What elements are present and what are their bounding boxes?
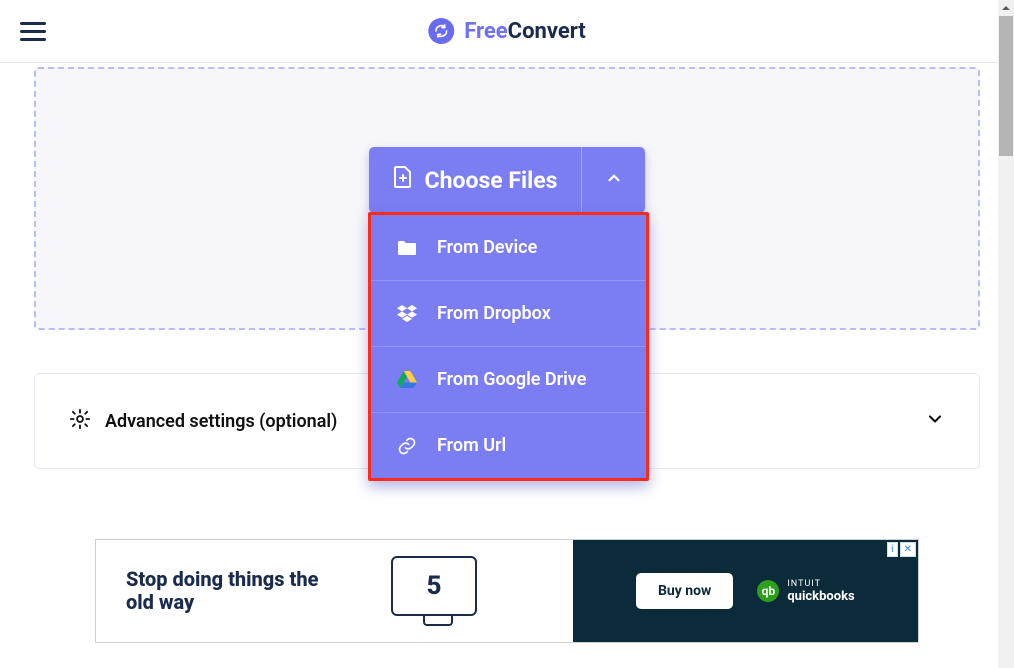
source-gdrive-label: From Google Drive: [437, 369, 586, 390]
ad-left: Stop doing things the old way 5: [96, 540, 573, 642]
chevron-up-icon: [605, 169, 623, 191]
brand-logo[interactable]: FreeConvert: [428, 18, 586, 44]
folder-icon: [397, 240, 417, 256]
ad-choices[interactable]: i ✕: [887, 542, 916, 557]
chevron-down-icon: [925, 409, 945, 433]
scroll-up-button[interactable]: [998, 0, 1014, 16]
choose-files-button-group: Choose Files: [369, 147, 646, 213]
ad-right: Buy now qb INTUIT quickbooks: [573, 573, 918, 609]
gear-icon: [69, 408, 91, 435]
link-icon: [397, 436, 417, 456]
choose-files-label: Choose Files: [425, 167, 558, 194]
choose-files-toggle[interactable]: [581, 147, 645, 213]
scroll-thumb[interactable]: [999, 16, 1013, 156]
vertical-scrollbar[interactable]: [998, 0, 1014, 668]
ad-headline: Stop doing things the old way: [126, 568, 326, 614]
brand-text: FreeConvert: [464, 19, 586, 44]
quickbooks-icon: qb: [757, 580, 779, 602]
source-dropbox[interactable]: From Dropbox: [371, 281, 646, 347]
convert-icon: [428, 18, 454, 44]
google-drive-icon: [397, 371, 417, 389]
dropbox-icon: [397, 305, 417, 323]
ad-illustration: 5: [356, 546, 516, 636]
app-header: FreeConvert: [0, 0, 1014, 63]
source-device[interactable]: From Device: [371, 215, 646, 281]
source-url[interactable]: From Url: [371, 413, 646, 478]
file-add-icon: [393, 165, 413, 195]
choose-files-button[interactable]: Choose Files: [369, 147, 582, 213]
ad-info-icon[interactable]: i: [887, 542, 897, 557]
source-url-label: From Url: [437, 435, 506, 456]
file-source-menu: From Device From Dropbox From Google Dri…: [368, 212, 649, 481]
menu-button[interactable]: [20, 22, 46, 41]
source-google-drive[interactable]: From Google Drive: [371, 347, 646, 413]
ad-sponsor-logo: qb INTUIT quickbooks: [757, 579, 854, 604]
ad-cta-button[interactable]: Buy now: [636, 573, 733, 609]
advanced-settings-label: Advanced settings (optional): [105, 411, 337, 432]
ad-banner[interactable]: Stop doing things the old way 5 Buy now …: [95, 539, 919, 643]
source-device-label: From Device: [437, 237, 537, 258]
ad-close-icon[interactable]: ✕: [900, 542, 916, 557]
source-dropbox-label: From Dropbox: [437, 303, 551, 324]
